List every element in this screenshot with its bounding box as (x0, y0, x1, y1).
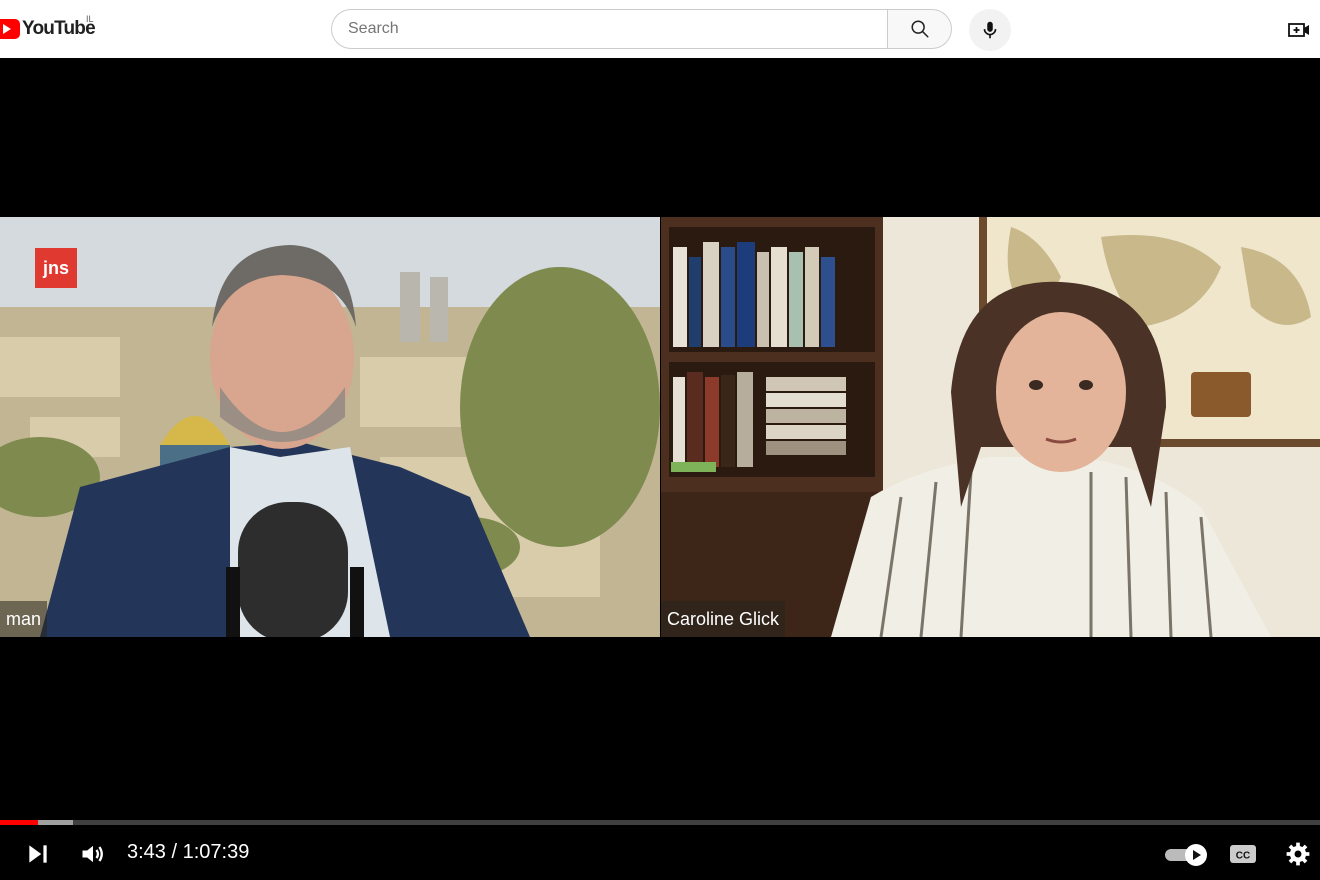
captions-icon: CC (1230, 845, 1256, 863)
participant-tile-left: jns man (0, 217, 660, 637)
search-icon (910, 20, 929, 38)
country-code: IL (86, 14, 94, 24)
progress-bar[interactable] (0, 820, 1320, 825)
next-button[interactable] (22, 836, 54, 872)
settings-button[interactable] (1283, 836, 1313, 872)
video-frame-right (661, 217, 1320, 637)
masthead: YouTube IL (0, 0, 1320, 58)
svg-text:CC: CC (1236, 851, 1250, 862)
volume-icon (82, 845, 103, 863)
duration: 1:07:39 (182, 841, 250, 863)
participant-name-right: Caroline Glick (661, 601, 786, 637)
participant-tile-right: Caroline Glick (661, 217, 1320, 637)
voice-search-button[interactable] (969, 9, 1011, 51)
youtube-logo[interactable]: YouTube IL (0, 14, 96, 40)
video-player[interactable]: jns man Caroline Glick (0, 58, 1320, 880)
search-box (331, 9, 952, 49)
mute-button[interactable] (76, 836, 110, 872)
autoplay-toggle-icon (1165, 844, 1207, 866)
captions-button[interactable]: CC (1228, 836, 1258, 872)
youtube-play-icon (0, 19, 20, 39)
create-button[interactable] (1286, 17, 1312, 43)
progress-played (0, 820, 39, 825)
logo-text: YouTube (22, 18, 96, 39)
search-button[interactable] (887, 9, 952, 49)
microphone-icon (983, 21, 997, 39)
current-time: 3:43 (127, 841, 166, 863)
participant-name-left: man (0, 601, 48, 637)
time-display: 3:43 / 1:07:39 (127, 841, 249, 864)
autoplay-toggle[interactable] (1162, 836, 1210, 872)
search-input[interactable] (331, 9, 887, 49)
settings-icon (1286, 842, 1310, 866)
video-add-icon (1288, 23, 1309, 37)
video-frame-left (0, 217, 660, 637)
next-icon (29, 845, 47, 863)
time-separator: / (165, 841, 183, 863)
jns-logo: jns (35, 248, 77, 288)
